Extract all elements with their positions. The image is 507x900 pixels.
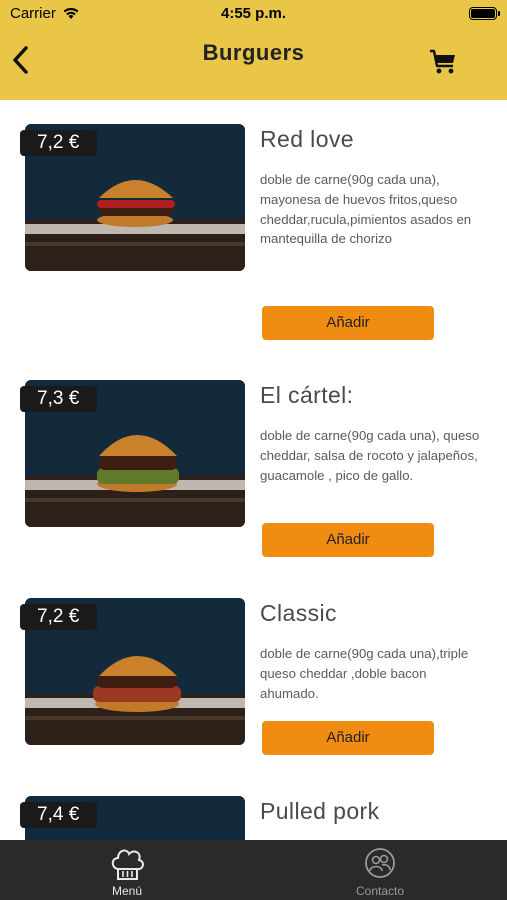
product-name: El cártel: [260,382,354,408]
product-description: doble de carne(90g cada una), queso ched… [260,428,480,483]
price-tag: 7,4 € [20,802,98,828]
price-tag: 7,3 € [20,386,98,412]
cart-icon[interactable] [428,47,458,77]
chef-hat-icon [111,849,144,880]
add-button[interactable]: Añadir [262,721,434,755]
tab-menu[interactable]: Menú [47,840,207,900]
tab-contacto[interactable]: Contacto [300,840,460,900]
status-time: 4:55 p.m. [220,5,287,22]
product-description: doble de carne(90g cada una),triple ques… [260,646,469,701]
product-name: Classic [260,600,337,626]
product-name: Red love [260,126,354,152]
product-list[interactable]: 7,2 € Red love doble de carne(90g cada u… [0,100,507,840]
price-tag: 7,2 € [20,604,98,630]
nav-header: Carrier 4:55 p.m. Burguers [0,0,507,100]
tab-bar: Menú Contacto [0,840,507,900]
product-name: Pulled pork [260,798,380,824]
status-bar: Carrier 4:55 p.m. [0,0,507,28]
tab-contacto-label: Contacto [355,884,405,898]
battery-icon [469,7,500,20]
add-button[interactable]: Añadir [262,306,434,340]
add-button[interactable]: Añadir [262,523,434,557]
tab-menu-label: Menú [111,884,143,898]
product-description: doble de carne(90g cada una), mayonesa d… [260,172,472,247]
price-tag: 7,2 € [20,130,98,156]
contact-people-icon [365,848,395,878]
